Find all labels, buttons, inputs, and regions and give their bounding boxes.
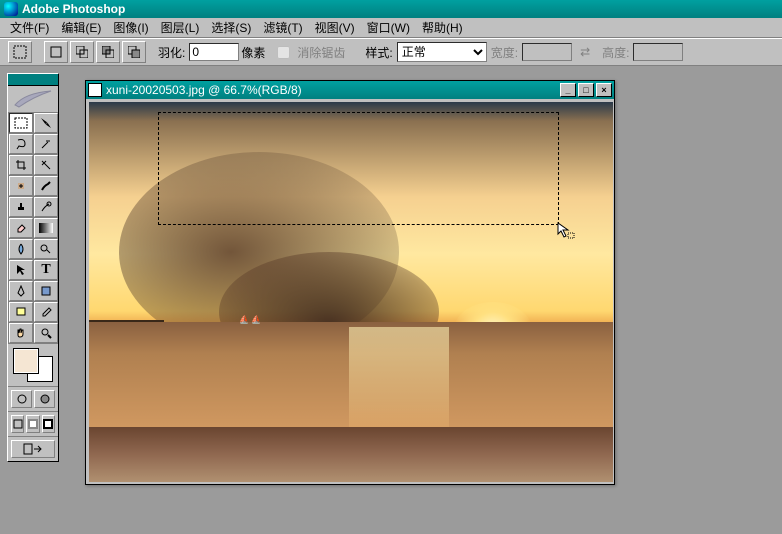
document-title: xuni-20020503.jpg @ 66.7%(RGB/8) (106, 83, 302, 97)
pen-tool[interactable] (9, 281, 33, 301)
app-logo-icon (4, 2, 18, 16)
slice-tool[interactable] (34, 155, 58, 175)
type-tool[interactable]: T (34, 260, 58, 280)
width-input (522, 43, 572, 61)
image-content: ⛵ ⛵ (239, 315, 261, 324)
menu-window[interactable]: 窗口(W) (361, 18, 416, 37)
image-content (89, 427, 613, 482)
style-label: 样式: (365, 44, 392, 61)
app-title: Adobe Photoshop (22, 2, 125, 16)
subtract-selection-icon[interactable] (96, 41, 120, 63)
menu-layer[interactable]: 图层(L) (155, 18, 206, 37)
style-select[interactable]: 正常 (397, 42, 487, 62)
eraser-tool[interactable] (9, 218, 33, 238)
zoom-tool[interactable] (34, 323, 58, 343)
move-tool[interactable] (34, 113, 58, 133)
healing-tool[interactable] (9, 176, 33, 196)
jump-to-icon[interactable] (11, 440, 55, 458)
document-icon (88, 83, 102, 97)
app-titlebar: Adobe Photoshop (0, 0, 782, 18)
menu-edit[interactable]: 编辑(E) (55, 18, 107, 37)
image-content (349, 327, 449, 427)
screen-menubar-icon[interactable] (26, 415, 39, 433)
menu-file[interactable]: 文件(F) (4, 18, 55, 37)
menu-image[interactable]: 图像(I) (107, 18, 154, 37)
feather-label: 羽化: (158, 44, 185, 61)
height-label: 高度: (602, 44, 629, 61)
crop-tool[interactable] (9, 155, 33, 175)
menu-view[interactable]: 视图(V) (309, 18, 361, 37)
width-label: 宽度: (491, 44, 518, 61)
shape-tool[interactable] (34, 281, 58, 301)
option-bar: 羽化: 像素 消除锯齿 样式: 正常 宽度: ⇄ 高度: (0, 38, 782, 66)
dodge-tool[interactable] (34, 239, 58, 259)
minimize-button[interactable]: _ (560, 83, 576, 97)
image-content (89, 320, 164, 322)
swap-icon: ⇄ (580, 45, 590, 59)
maximize-button[interactable]: □ (578, 83, 594, 97)
menu-filter[interactable]: 滤镜(T) (257, 18, 308, 37)
marquee-tool-icon[interactable] (8, 41, 32, 63)
hand-tool[interactable] (9, 323, 33, 343)
screen-standard-icon[interactable] (11, 415, 24, 433)
intersect-selection-icon[interactable] (122, 41, 146, 63)
antialias-label: 消除锯齿 (297, 44, 345, 61)
history-brush-tool[interactable] (34, 197, 58, 217)
marquee-selection[interactable] (158, 112, 559, 225)
wand-tool[interactable] (34, 134, 58, 154)
new-selection-icon[interactable] (44, 41, 68, 63)
fg-color-swatch[interactable] (13, 348, 39, 374)
notes-tool[interactable] (9, 302, 33, 322)
gradient-tool[interactable] (34, 218, 58, 238)
feather-unit: 像素 (241, 44, 265, 61)
stamp-tool[interactable] (9, 197, 33, 217)
document-titlebar[interactable]: xuni-20020503.jpg @ 66.7%(RGB/8) _ □ × (86, 81, 614, 99)
toolbox-handle[interactable] (8, 74, 58, 86)
marquee-tool[interactable] (9, 113, 33, 133)
toolbox: T (7, 73, 59, 462)
quickmask-mode-icon[interactable] (34, 390, 55, 408)
cursor-icon (557, 222, 575, 240)
add-selection-icon[interactable] (70, 41, 94, 63)
path-select-tool[interactable] (9, 260, 33, 280)
eyedropper-tool[interactable] (34, 302, 58, 322)
feather-input[interactable] (189, 43, 239, 61)
antialias-checkbox (277, 46, 290, 59)
menubar: 文件(F) 编辑(E) 图像(I) 图层(L) 选择(S) 滤镜(T) 视图(V… (0, 18, 782, 38)
brush-tool[interactable] (34, 176, 58, 196)
standard-mode-icon[interactable] (11, 390, 32, 408)
document-window: xuni-20020503.jpg @ 66.7%(RGB/8) _ □ × ⛵… (85, 80, 615, 485)
lasso-tool[interactable] (9, 134, 33, 154)
feather-icon (8, 86, 58, 112)
blur-tool[interactable] (9, 239, 33, 259)
menu-help[interactable]: 帮助(H) (416, 18, 469, 37)
close-button[interactable]: × (596, 83, 612, 97)
height-input (633, 43, 683, 61)
canvas[interactable]: ⛵ ⛵ (89, 102, 613, 482)
screen-full-icon[interactable] (42, 415, 55, 433)
menu-select[interactable]: 选择(S) (205, 18, 257, 37)
